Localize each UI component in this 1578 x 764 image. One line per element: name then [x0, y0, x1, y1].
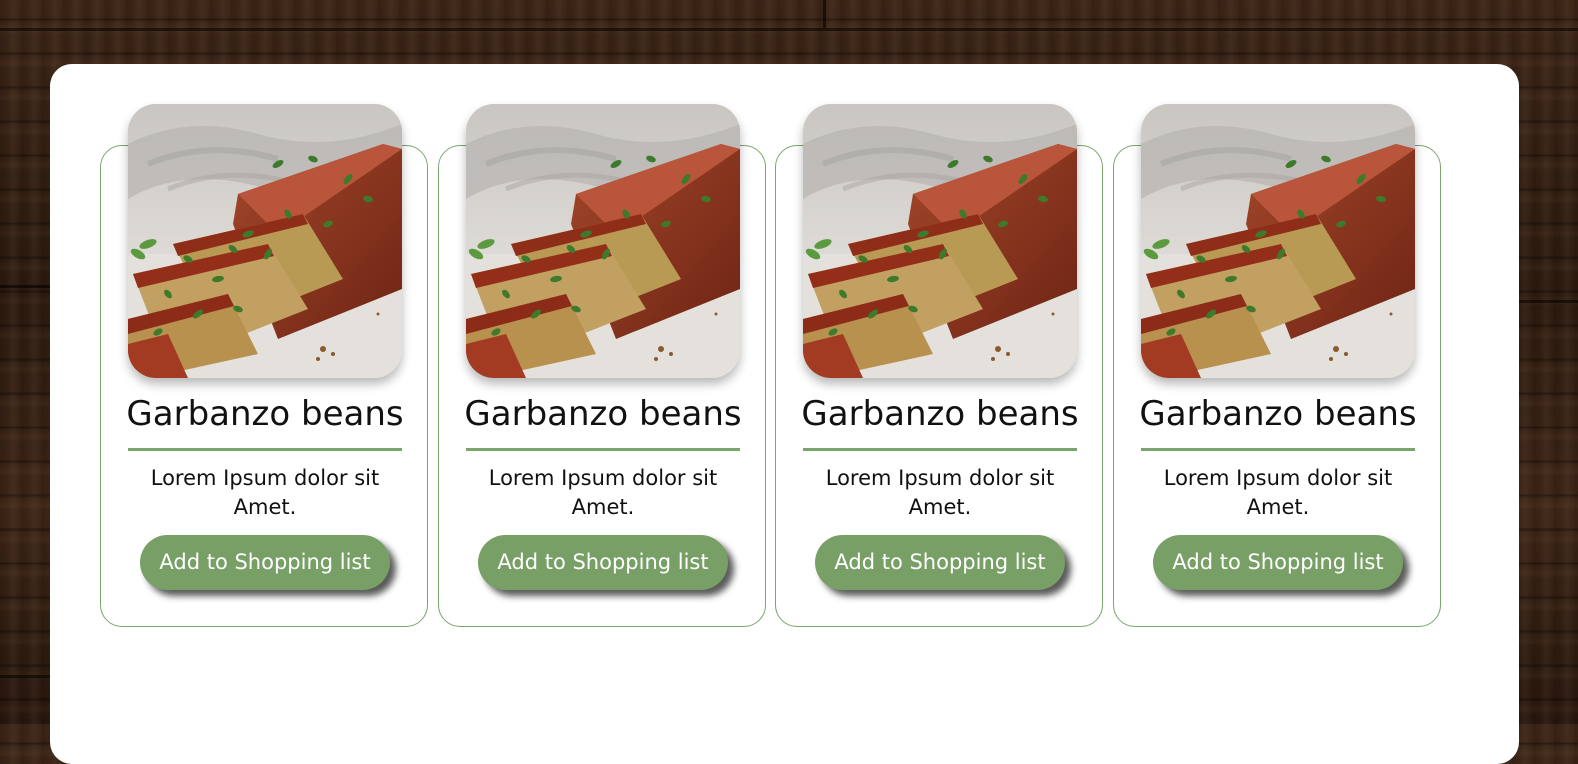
product-card: Garbanzo beans Lorem Ipsum dolor sit Ame…: [100, 104, 430, 629]
meatloaf-photo: [803, 104, 1077, 378]
add-to-shopping-list-button[interactable]: Add to Shopping list: [815, 535, 1065, 590]
product-card: Garbanzo beans Lorem Ipsum dolor sit Ame…: [438, 104, 768, 629]
add-to-shopping-list-button[interactable]: Add to Shopping list: [1153, 535, 1403, 590]
product-grid: Garbanzo beans Lorem Ipsum dolor sit Ame…: [100, 104, 1460, 634]
add-to-shopping-list-button[interactable]: Add to Shopping list: [140, 535, 390, 590]
meatloaf-photo: [1141, 104, 1415, 378]
wood-plank-seam: [0, 28, 1578, 31]
product-title: Garbanzo beans: [801, 394, 1079, 434]
product-description: Lorem Ipsum dolor sit Amet.: [825, 466, 1055, 519]
product-card: Garbanzo beans Lorem Ipsum dolor sit Ame…: [1113, 104, 1443, 629]
product-title: Garbanzo beans: [126, 394, 404, 434]
wood-plank-seam: [0, 285, 50, 288]
product-description: Lorem Ipsum dolor sit Amet.: [1163, 466, 1393, 519]
wood-plank-seam: [1519, 300, 1578, 303]
product-description: Lorem Ipsum dolor sit Amet.: [150, 466, 380, 519]
product-title: Garbanzo beans: [1139, 394, 1417, 434]
wood-plank-seam: [0, 675, 50, 678]
title-divider: [1141, 448, 1415, 451]
meatloaf-photo: [466, 104, 740, 378]
meatloaf-photo: [128, 104, 402, 378]
title-divider: [466, 448, 740, 451]
title-divider: [803, 448, 1077, 451]
wood-plank-seam: [823, 0, 826, 28]
title-divider: [128, 448, 402, 451]
product-description: Lorem Ipsum dolor sit Amet.: [488, 466, 718, 519]
add-to-shopping-list-button[interactable]: Add to Shopping list: [478, 535, 728, 590]
product-title: Garbanzo beans: [464, 394, 742, 434]
product-card: Garbanzo beans Lorem Ipsum dolor sit Ame…: [775, 104, 1105, 629]
